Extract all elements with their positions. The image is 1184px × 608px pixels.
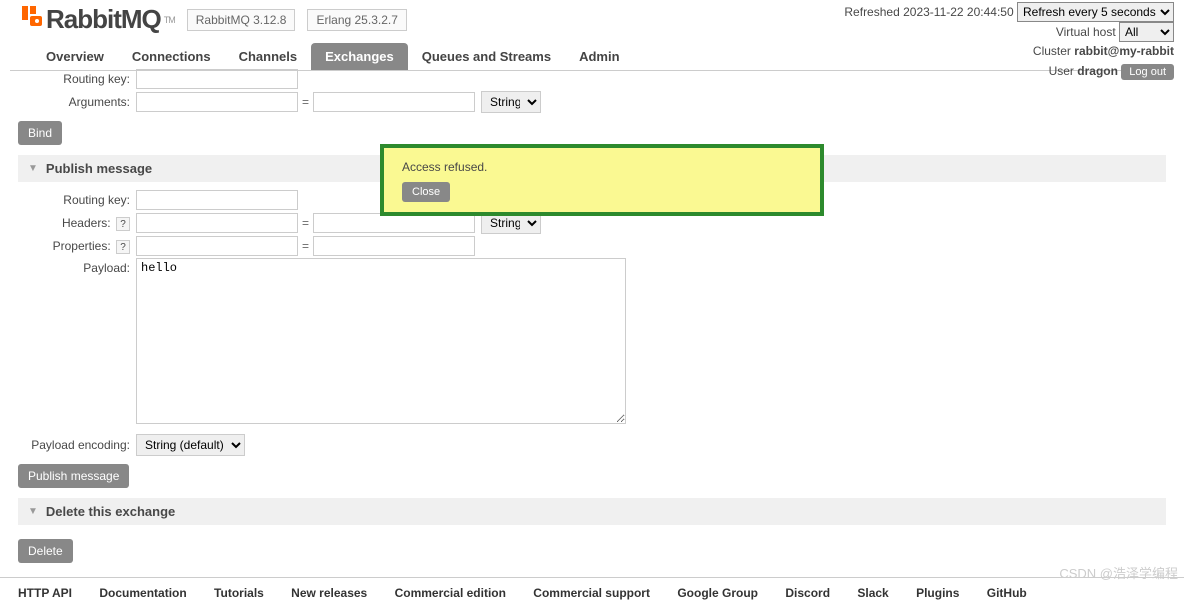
collapse-icon: ▼ <box>28 163 38 174</box>
properties-help-icon[interactable]: ? <box>116 240 130 254</box>
equals-sign: = <box>302 95 309 109</box>
user-value: dragon <box>1077 64 1118 78</box>
binding-routing-key-input[interactable] <box>136 69 298 89</box>
bind-button[interactable]: Bind <box>18 121 62 145</box>
erlang-badge: Erlang 25.3.2.7 <box>307 9 406 31</box>
footer-link[interactable]: GitHub <box>987 586 1027 600</box>
footer-link[interactable]: HTTP API <box>18 586 72 600</box>
logout-button[interactable]: Log out <box>1121 64 1174 80</box>
footer-link[interactable]: Commercial edition <box>395 586 506 600</box>
footer: HTTP API Documentation Tutorials New rel… <box>0 577 1184 608</box>
vhost-select[interactable]: All <box>1119 22 1174 42</box>
binding-arg-type-select[interactable]: String <box>481 91 541 113</box>
payload-label: Payload: <box>18 258 136 275</box>
equals-sign-2: = <box>302 216 309 230</box>
cluster-label: Cluster <box>1033 44 1071 58</box>
footer-link[interactable]: Google Group <box>677 586 758 600</box>
footer-link[interactable]: Slack <box>857 586 888 600</box>
properties-label: Properties: <box>53 239 111 253</box>
tab-exchanges[interactable]: Exchanges <box>311 43 408 70</box>
delete-button[interactable]: Delete <box>18 539 73 563</box>
binding-arg-key-input[interactable] <box>136 92 298 112</box>
alert-dialog: Access refused. Close <box>380 144 824 216</box>
user-label: User <box>1049 64 1074 78</box>
property-key-input[interactable] <box>136 236 298 256</box>
publish-section-title: Publish message <box>46 161 152 176</box>
publish-button[interactable]: Publish message <box>18 464 129 488</box>
tab-channels[interactable]: Channels <box>225 43 312 70</box>
payload-input[interactable] <box>136 258 626 424</box>
footer-link[interactable]: Tutorials <box>214 586 264 600</box>
footer-link[interactable]: Discord <box>785 586 830 600</box>
property-value-input[interactable] <box>313 236 475 256</box>
alert-close-button[interactable]: Close <box>402 182 450 202</box>
logo-text: RabbitMQ <box>46 4 161 35</box>
publish-routing-key-input[interactable] <box>136 190 298 210</box>
headers-label: Headers: <box>62 216 111 230</box>
cluster-value: rabbit@my-rabbit <box>1074 44 1174 58</box>
refreshed-label: Refreshed <box>844 5 899 19</box>
logo: RabbitMQ TM <box>20 4 175 35</box>
binding-routing-key-label: Routing key: <box>18 72 136 86</box>
delete-section-title: Delete this exchange <box>46 504 175 519</box>
tab-queues[interactable]: Queues and Streams <box>408 43 565 70</box>
footer-link[interactable]: Documentation <box>99 586 186 600</box>
header-value-input[interactable] <box>313 213 475 233</box>
alert-message: Access refused. <box>402 160 802 174</box>
refreshed-time: 2023-11-22 20:44:50 <box>903 5 1014 19</box>
headers-help-icon[interactable]: ? <box>116 217 130 231</box>
version-badge: RabbitMQ 3.12.8 <box>187 9 296 31</box>
footer-link[interactable]: Commercial support <box>533 586 650 600</box>
tab-overview[interactable]: Overview <box>32 43 118 70</box>
rabbit-icon <box>20 4 44 35</box>
footer-link[interactable]: Plugins <box>916 586 959 600</box>
binding-arg-value-input[interactable] <box>313 92 475 112</box>
refresh-select[interactable]: Refresh every 5 seconds <box>1017 2 1174 22</box>
header-key-input[interactable] <box>136 213 298 233</box>
tab-connections[interactable]: Connections <box>118 43 225 70</box>
encoding-select[interactable]: String (default) <box>136 434 245 456</box>
equals-sign-3: = <box>302 239 309 253</box>
logo-tm: TM <box>164 15 175 25</box>
binding-arguments-label: Arguments: <box>18 95 136 109</box>
collapse-icon-2: ▼ <box>28 506 38 517</box>
watermark: CSDN @浩泽学编程 <box>1059 563 1178 582</box>
tab-admin[interactable]: Admin <box>565 43 633 70</box>
footer-link[interactable]: New releases <box>291 586 367 600</box>
delete-section-header[interactable]: ▼ Delete this exchange <box>18 498 1166 525</box>
encoding-label: Payload encoding: <box>18 438 136 452</box>
publish-routing-key-label: Routing key: <box>18 193 136 207</box>
vhost-label: Virtual host <box>1056 25 1116 39</box>
